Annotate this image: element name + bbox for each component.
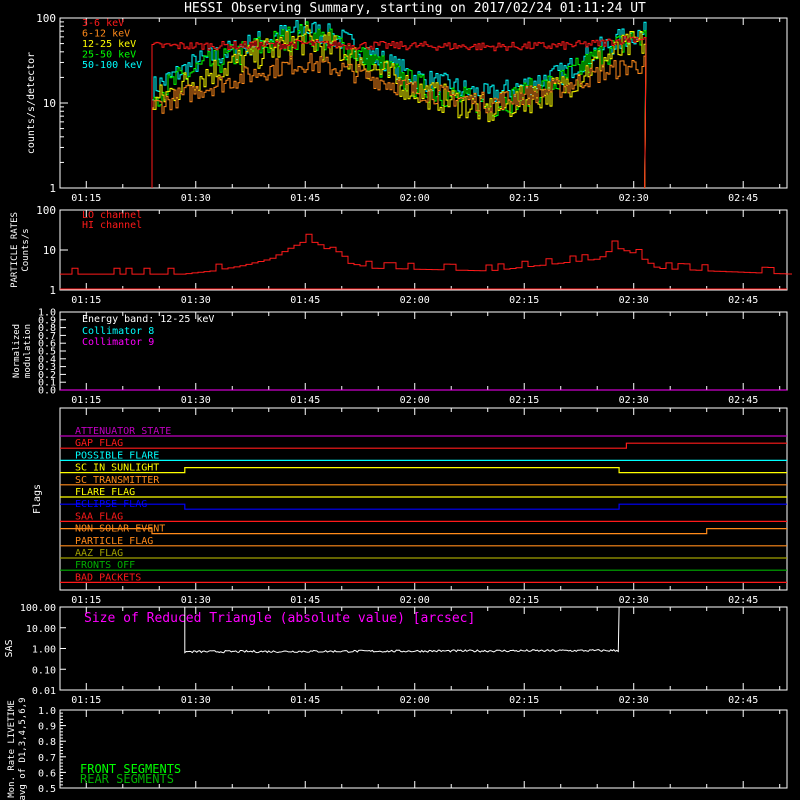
modulation-panel-x-tick-label: 02:15: [509, 395, 539, 406]
flag-label: SC TRANSMITTER: [75, 475, 160, 486]
flags-panel-x-tick-label: 02:30: [619, 595, 649, 606]
count-y-axis-label: counts/s/detector: [26, 52, 37, 154]
chart-title: HESSI Observing Summary, starting on 201…: [184, 1, 646, 16]
particle-y-tick-label: 100: [36, 204, 56, 217]
flags-panel-x-tick-label: 02:45: [728, 595, 758, 606]
sas-y-tick-label: 100.00: [20, 603, 56, 614]
modulation-y-axis-label: Normalized: [12, 324, 22, 378]
livetime-y-tick-label: 0.9: [38, 722, 56, 733]
modulation-y-tick-label: 1.0: [38, 308, 56, 319]
flag-label: NON SOLAR EVENT: [75, 524, 165, 535]
particle-legend-entry: HI channel: [82, 220, 142, 231]
flag-label: ECLIPSE FLAG: [75, 499, 147, 510]
particle-panel-x-tick-label: 02:00: [400, 295, 430, 306]
particle-panel-x-tick-label: 01:30: [181, 295, 211, 306]
livetime-y-axis-label-2: avg of D1,3,4,5,6,9: [18, 698, 28, 800]
particle-y-tick-label: 10: [43, 244, 56, 257]
flags-y-axis-label: Flags: [32, 484, 43, 514]
count-y-tick-label: 10: [43, 97, 56, 110]
particle-y-axis-label: PARTICLE RATES: [10, 212, 20, 288]
livetime-y-axis-label: Mon. Rate LIVETIME: [7, 700, 17, 798]
modulation-panel-x-tick-label: 01:45: [290, 395, 320, 406]
count-legend-entry: 3-6 keV: [82, 18, 124, 29]
modulation-panel-x-tick-label: 01:30: [181, 395, 211, 406]
particle-y-axis-label-2: Counts/s: [21, 228, 31, 271]
flags-panel-x-tick-label: 01:45: [290, 595, 320, 606]
sas-panel-x-tick-label: 02:15: [509, 695, 539, 706]
livetime-y-tick-label: 1.0: [38, 706, 56, 717]
modulation-panel-x-tick-label: 01:15: [71, 395, 101, 406]
count-panel-x-tick-label: 02:30: [619, 193, 649, 204]
sas-y-tick-label: 0.01: [32, 686, 56, 697]
modulation-y-axis-label-2: modulation: [23, 324, 33, 378]
modulation-panel-x-tick-label: 02:00: [400, 395, 430, 406]
flag-label: BAD PACKETS: [75, 572, 141, 583]
count-legend-entry: 12-25 keV: [82, 39, 136, 50]
flags-panel-x-tick-label: 02:15: [509, 595, 539, 606]
count-panel-x-tick-label: 01:45: [290, 193, 320, 204]
livetime-y-tick-label: 0.8: [38, 737, 56, 748]
livetime-y-tick-label: 0.6: [38, 768, 56, 779]
count-panel-x-tick-label: 02:15: [509, 193, 539, 204]
count-panel-x-tick-label: 02:00: [400, 193, 430, 204]
flag-label: PARTICLE FLAG: [75, 536, 153, 547]
modulation-legend-entry: Collimator 8: [82, 326, 154, 337]
flags-panel-x-tick-label: 02:00: [400, 595, 430, 606]
sas-panel-x-tick-label: 02:30: [619, 695, 649, 706]
count-panel-x-tick-label: 01:15: [71, 193, 101, 204]
flag-label: ATTENUATOR STATE: [75, 426, 171, 437]
particle-panel-x-tick-label: 02:30: [619, 295, 649, 306]
flag-label: AAZ FLAG: [75, 548, 123, 559]
flag-label: POSSIBLE FLARE: [75, 450, 159, 461]
flags-panel-x-tick-label: 01:15: [71, 595, 101, 606]
flag-label: GAP FLAG: [75, 438, 123, 449]
particle-y-tick-label: 1: [49, 284, 56, 297]
sas-panel-x-tick-label: 01:45: [290, 695, 320, 706]
sas-panel-x-tick-label: 02:45: [728, 695, 758, 706]
flag-label: SC IN SUNLIGHT: [75, 463, 159, 474]
count-y-tick-label: 1: [49, 182, 56, 195]
modulation-energy-band: Energy band: 12-25 keV: [82, 314, 214, 325]
count-y-tick-label: 100: [36, 12, 56, 25]
particle-panel-x-tick-label: 02:45: [728, 295, 758, 306]
particle-panel-x-tick-label: 01:15: [71, 295, 101, 306]
modulation-panel-x-tick-label: 02:30: [619, 395, 649, 406]
sas-y-tick-label: 0.10: [32, 665, 56, 676]
particle-panel-x-tick-label: 01:45: [290, 295, 320, 306]
count-panel-x-tick-label: 02:45: [728, 193, 758, 204]
sas-panel-x-tick-label: 01:30: [181, 695, 211, 706]
count-legend-entry: 25-50 keV: [82, 50, 136, 61]
flag-label: SAA FLAG: [75, 511, 123, 522]
sas-panel-x-tick-label: 02:00: [400, 695, 430, 706]
count-panel-x-tick-label: 01:30: [181, 193, 211, 204]
flags-panel-x-tick-label: 01:30: [181, 595, 211, 606]
particle-panel-x-tick-label: 02:15: [509, 295, 539, 306]
sas-y-axis-label: SAS: [4, 639, 15, 657]
count-legend-entry: 50-100 keV: [82, 60, 142, 71]
sas-y-tick-label: 10.00: [26, 624, 56, 635]
livetime-y-tick-label: 0.7: [38, 753, 56, 764]
livetime-y-tick-label: 0.5: [38, 784, 56, 795]
count-legend-entry: 6-12 keV: [82, 29, 130, 40]
sas-panel-x-tick-label: 01:15: [71, 695, 101, 706]
livetime-legend-entry: REAR SEGMENTS: [80, 772, 174, 786]
hessi-summary-chart: HESSI Observing Summary, starting on 201…: [0, 0, 800, 800]
flag-label: FRONTS OFF: [75, 560, 135, 571]
sas-annotation: Size of Reduced Triangle (absolute value…: [84, 611, 475, 626]
modulation-legend-entry: Collimator 9: [82, 337, 154, 348]
sas-y-tick-label: 1.00: [32, 645, 56, 656]
flag-label: FLARE FLAG: [75, 487, 135, 498]
modulation-panel-x-tick-label: 02:45: [728, 395, 758, 406]
